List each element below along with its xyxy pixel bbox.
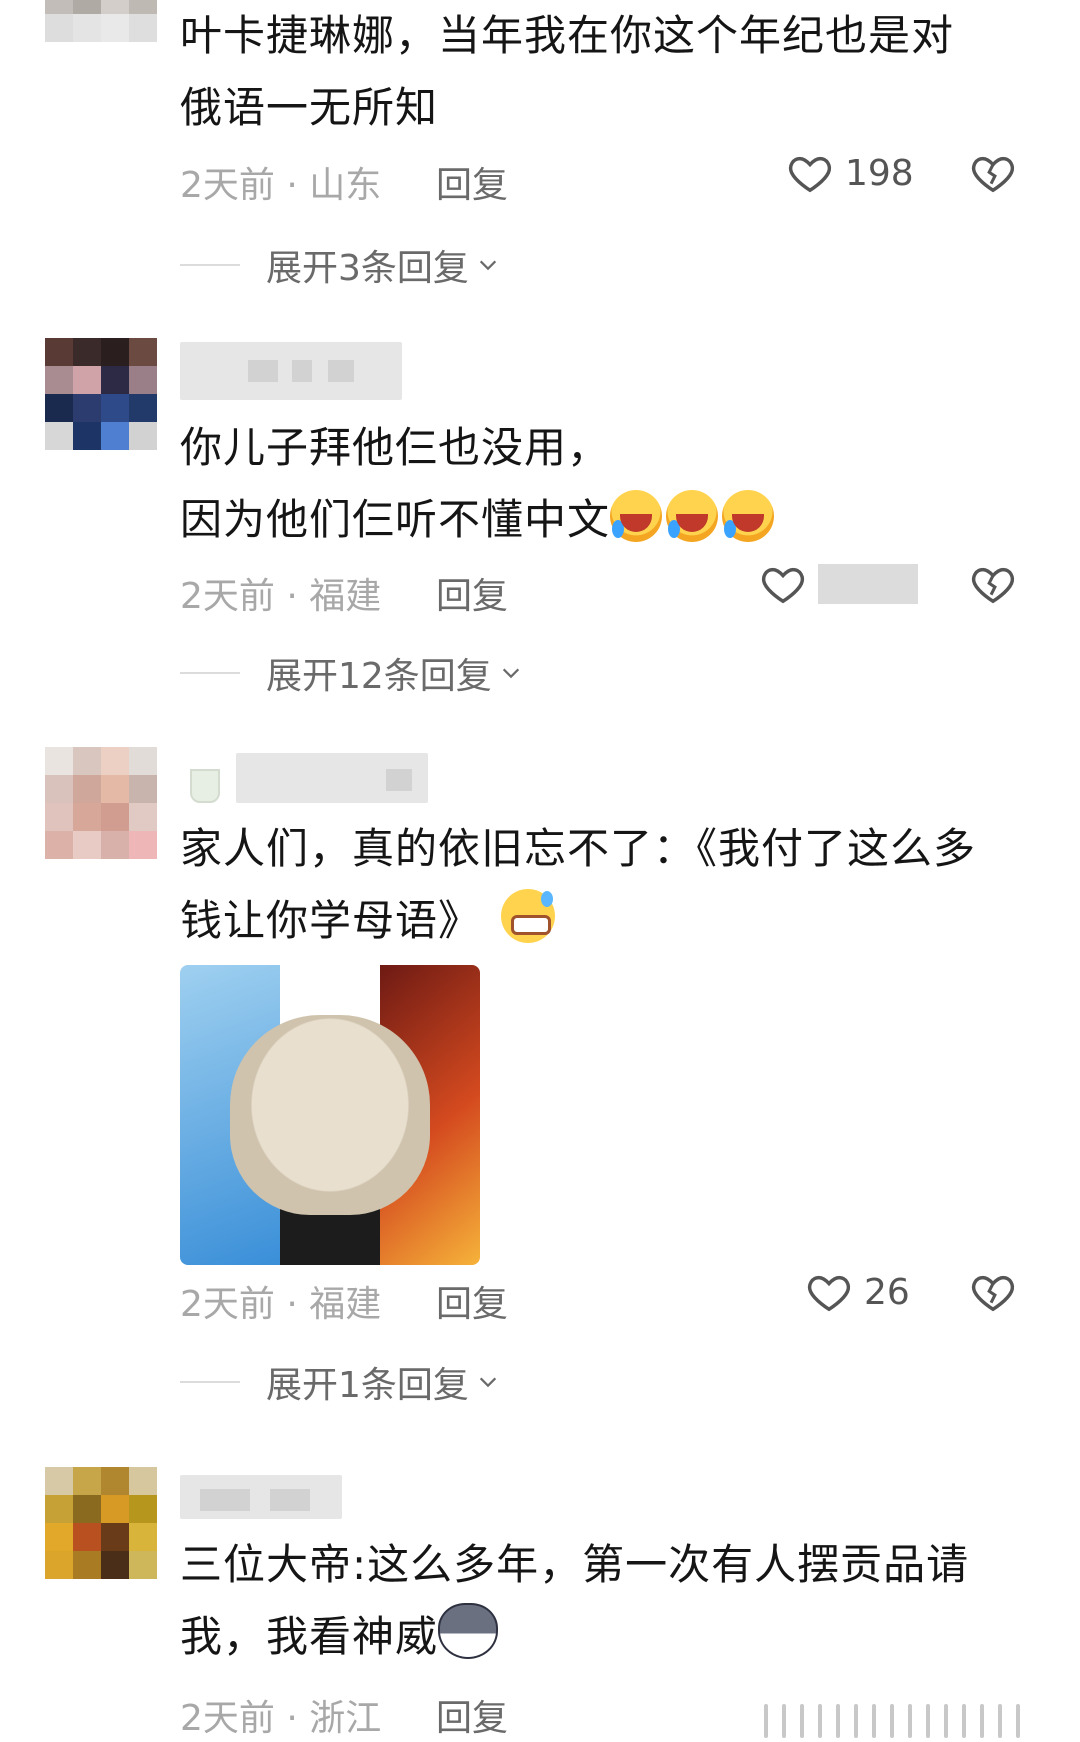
reply-button[interactable]: 回复 bbox=[436, 1689, 508, 1741]
comment-text-line: 叶卡捷琳娜，当年我在你这个年纪也是对 bbox=[180, 11, 955, 60]
laughing-crying-emoji bbox=[666, 490, 719, 542]
chevron-down-icon bbox=[479, 260, 497, 271]
avatar[interactable] bbox=[45, 747, 157, 859]
avatar[interactable] bbox=[45, 0, 157, 42]
watermark-strokes bbox=[764, 1700, 1054, 1742]
badge-icon bbox=[190, 769, 220, 803]
like-count-redacted bbox=[818, 564, 918, 604]
comment-text-line-with-emoji: 因为他们仨听不懂中文 bbox=[180, 484, 1020, 556]
expand-replies-button[interactable]: 展开1条回复 bbox=[180, 1357, 499, 1407]
username-redacted bbox=[236, 753, 428, 803]
username-redacted bbox=[180, 342, 402, 400]
expand-replies-label: 展开1条回复 bbox=[266, 1365, 469, 1406]
broken-heart-icon[interactable] bbox=[970, 150, 1016, 196]
avatar[interactable] bbox=[45, 1467, 157, 1579]
comment-image[interactable] bbox=[180, 965, 480, 1265]
broken-heart-icon[interactable] bbox=[970, 1269, 1016, 1315]
comment-text: 家人们，真的依旧忘不了：《我付了这么多 钱让你学母语》 bbox=[180, 813, 1020, 957]
expand-replies-label: 展开3条回复 bbox=[266, 248, 469, 289]
heart-outline-icon bbox=[761, 567, 805, 604]
avatar[interactable] bbox=[45, 338, 157, 450]
comment-text-line-with-emoji: 我，我看神威 bbox=[180, 1601, 1020, 1673]
reply-button[interactable]: 回复 bbox=[436, 567, 508, 619]
chevron-down-icon bbox=[502, 668, 519, 679]
husky-dog-emoji bbox=[438, 1603, 499, 1659]
broken-heart-icon[interactable] bbox=[970, 561, 1016, 607]
like-count: 26 bbox=[864, 1271, 910, 1313]
heart-outline-icon bbox=[807, 1275, 851, 1312]
time-location: 2天前 · 福建 bbox=[180, 1284, 382, 1325]
comment-text-line-with-emoji: 钱让你学母语》 bbox=[180, 885, 1020, 957]
expand-replies-label: 展开12条回复 bbox=[266, 656, 492, 697]
like-button[interactable]: 26 bbox=[806, 1269, 910, 1315]
comment-text: 叶卡捷琳娜，当年我在你这个年纪也是对 俄语一无所知 bbox=[180, 0, 1020, 144]
time-location: 2天前 · 山东 bbox=[180, 165, 382, 206]
username-redacted bbox=[180, 1475, 342, 1519]
laughing-crying-emoji bbox=[722, 490, 775, 542]
divider bbox=[180, 672, 240, 674]
like-button[interactable] bbox=[760, 561, 918, 607]
reply-button[interactable]: 回复 bbox=[436, 1275, 508, 1327]
comment-text-line: 三位大帝:这么多年，第一次有人摆贡品请 bbox=[180, 1540, 970, 1589]
time-location: 2天前 · 福建 bbox=[180, 576, 382, 617]
comment-text: 你儿子拜他仨也没用， 因为他们仨听不懂中文 bbox=[180, 412, 1020, 556]
chevron-down-icon bbox=[479, 1377, 497, 1388]
time-location: 2天前 · 浙江 bbox=[180, 1698, 382, 1739]
comment-text: 三位大帝:这么多年，第一次有人摆贡品请 我，我看神威 bbox=[180, 1529, 1020, 1673]
divider bbox=[180, 1381, 240, 1383]
laughing-crying-emoji bbox=[610, 490, 663, 542]
comment-meta: 2天前 · 福建 回复 bbox=[180, 564, 1030, 619]
expand-replies-button[interactable]: 展开3条回复 bbox=[180, 240, 499, 290]
comment-text-line: 你儿子拜他仨也没用， bbox=[180, 423, 611, 472]
comment-meta: 2天前 · 福建 回复 26 bbox=[180, 1272, 1030, 1327]
like-button[interactable]: 198 bbox=[787, 150, 914, 196]
reply-button[interactable]: 回复 bbox=[436, 156, 508, 208]
meme-face bbox=[230, 1015, 430, 1215]
expand-replies-button[interactable]: 展开12条回复 bbox=[180, 648, 522, 698]
heart-outline-icon bbox=[788, 156, 832, 193]
comment-text-line: 俄语一无所知 bbox=[180, 83, 439, 132]
comment-meta: 2天前 · 山东 回复 198 bbox=[180, 153, 1030, 208]
comment-text-line: 家人们，真的依旧忘不了：《我付了这么多 bbox=[180, 824, 977, 873]
like-count: 198 bbox=[845, 152, 914, 194]
grinning-sweat-emoji bbox=[501, 889, 556, 943]
divider bbox=[180, 264, 240, 266]
